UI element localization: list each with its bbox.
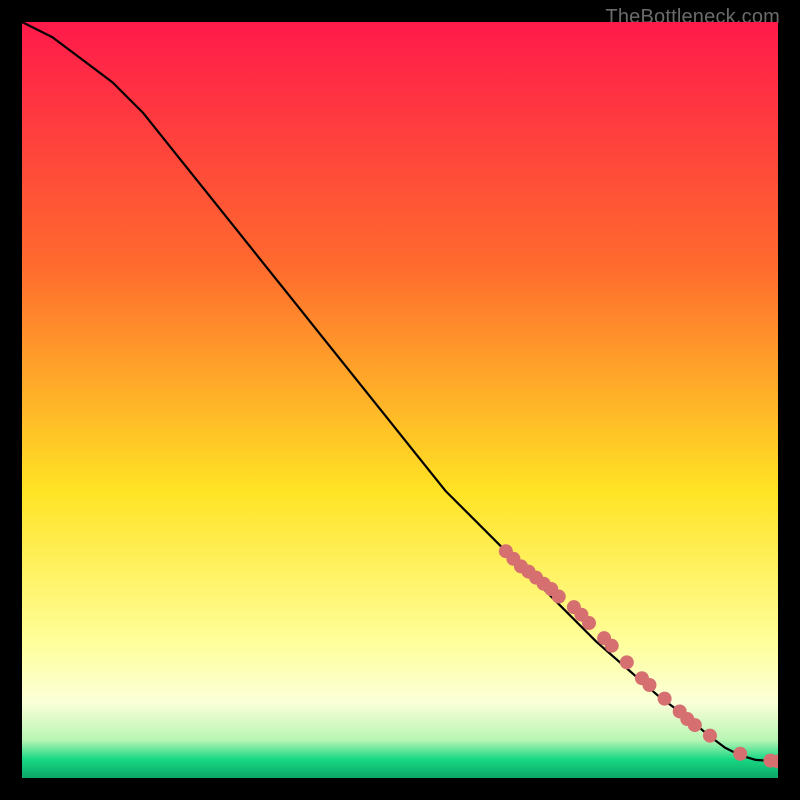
chart-svg <box>22 22 778 778</box>
data-marker <box>703 729 717 743</box>
chart-stage: TheBottleneck.com <box>0 0 800 800</box>
marker-group <box>499 544 778 768</box>
data-marker <box>620 655 634 669</box>
data-marker <box>642 678 656 692</box>
data-marker <box>582 616 596 630</box>
data-marker <box>688 718 702 732</box>
plot-area <box>22 22 778 778</box>
data-marker <box>658 692 672 706</box>
data-marker <box>733 747 747 761</box>
curve-line <box>22 22 778 761</box>
data-marker <box>605 639 619 653</box>
data-marker <box>552 590 566 604</box>
